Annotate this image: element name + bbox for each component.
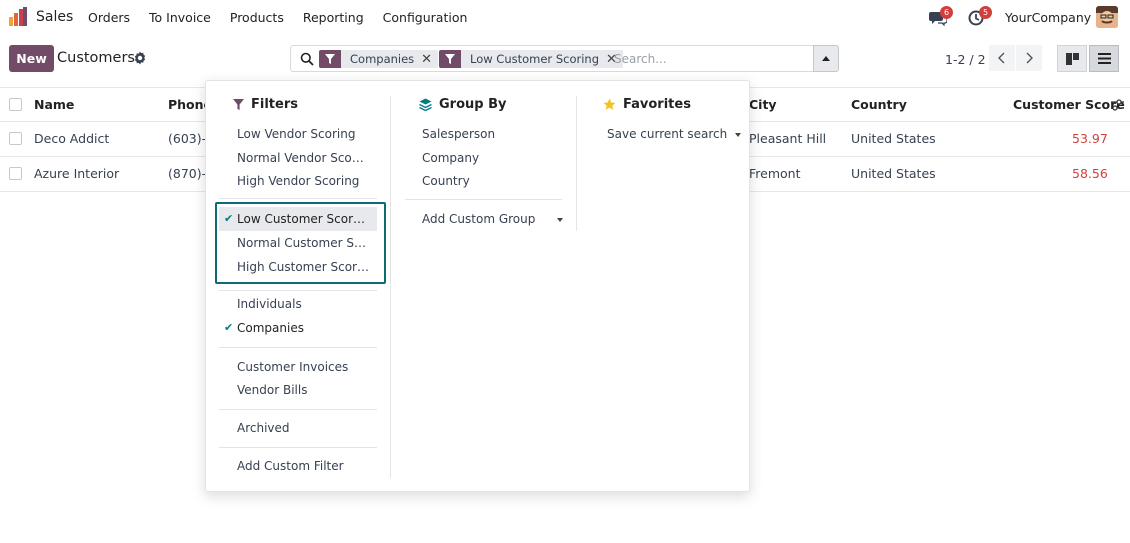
column-customer-score[interactable]: Customer Score xyxy=(1013,97,1125,112)
divider xyxy=(219,409,377,410)
gear-icon[interactable] xyxy=(133,51,147,65)
kanban-icon xyxy=(1065,52,1079,65)
filter-high-vendor-scoring[interactable]: High Vendor Scoring xyxy=(237,174,359,188)
groupby-title: Group By xyxy=(419,97,506,112)
new-button[interactable]: New xyxy=(9,45,54,72)
menu-orders[interactable]: Orders xyxy=(88,10,130,25)
messages-button[interactable]: 6 xyxy=(929,6,953,27)
column-name[interactable]: Name xyxy=(34,97,74,112)
filters-title: Filters xyxy=(233,97,298,112)
menu-configuration[interactable]: Configuration xyxy=(383,10,468,25)
menu-reporting[interactable]: Reporting xyxy=(303,10,364,25)
filter-customer-invoices[interactable]: Customer Invoices xyxy=(237,360,348,374)
main-menu: Orders To Invoice Products Reporting Con… xyxy=(88,10,486,25)
divider xyxy=(219,447,377,448)
list-view-button[interactable] xyxy=(1089,45,1119,72)
divider xyxy=(405,199,562,200)
filter-icon xyxy=(319,50,341,68)
groupby-salesperson[interactable]: Salesperson xyxy=(422,127,495,141)
add-custom-group-select[interactable]: Add Custom Group xyxy=(422,212,564,226)
cell-customer-score: 53.97 xyxy=(1072,131,1108,146)
caret-down-icon xyxy=(735,132,742,137)
top-navbar: Sales Orders To Invoice Products Reporti… xyxy=(0,0,1130,35)
divider xyxy=(219,198,377,199)
search-icon[interactable] xyxy=(300,52,314,66)
filter-icon xyxy=(439,50,461,68)
add-custom-filter[interactable]: Add Custom Filter xyxy=(237,459,344,473)
activities-button[interactable]: 5 xyxy=(968,6,992,26)
list-icon xyxy=(1097,53,1111,64)
menu-to-invoice[interactable]: To Invoice xyxy=(149,10,211,25)
filter-low-customer-scoring[interactable]: ✔ Low Customer Scor… xyxy=(224,212,365,226)
select-all-checkbox[interactable] xyxy=(9,98,22,111)
save-current-search[interactable]: Save current search xyxy=(607,127,742,141)
cell-customer-score: 58.56 xyxy=(1072,166,1108,181)
row-checkbox[interactable] xyxy=(9,167,22,180)
pager-next-button[interactable] xyxy=(1016,45,1042,71)
filter-normal-customer-scoring[interactable]: Normal Customer S… xyxy=(237,236,366,250)
search-input[interactable] xyxy=(614,50,804,68)
facet-label: Low Customer Scoring xyxy=(470,52,599,66)
caret-down-icon xyxy=(557,217,564,222)
groupby-company[interactable]: Company xyxy=(422,151,479,165)
filter-low-vendor-scoring[interactable]: Low Vendor Scoring xyxy=(237,127,355,141)
star-icon xyxy=(603,98,616,110)
filter-normal-vendor-scoring[interactable]: Normal Vendor Sco… xyxy=(237,151,364,165)
filter-companies[interactable]: ✔ Companies xyxy=(224,321,304,335)
column-divider xyxy=(390,96,391,478)
company-switcher[interactable]: YourCompany xyxy=(1005,10,1091,25)
column-country[interactable]: Country xyxy=(851,97,907,112)
cell-country: United States xyxy=(851,131,936,146)
groupby-country[interactable]: Country xyxy=(422,174,470,188)
divider xyxy=(219,347,377,348)
kanban-view-button[interactable] xyxy=(1057,45,1087,72)
search-panel-dropdown: Filters Low Vendor Scoring Normal Vendor… xyxy=(205,80,750,492)
check-icon: ✔ xyxy=(224,212,234,225)
cell-city: Pleasant Hill xyxy=(749,131,827,146)
check-icon: ✔ xyxy=(224,321,234,334)
filter-high-customer-scoring[interactable]: High Customer Scor… xyxy=(237,260,369,274)
cell-name: Deco Addict xyxy=(34,131,110,146)
layers-icon xyxy=(419,98,432,111)
row-checkbox[interactable] xyxy=(9,132,22,145)
activities-badge: 5 xyxy=(979,6,992,19)
pager-value[interactable]: 1-2 / 2 xyxy=(945,52,986,67)
column-city[interactable]: City xyxy=(749,97,777,112)
facet-low-customer-scoring: Low Customer Scoring ✕ xyxy=(439,50,623,68)
optional-columns-icon[interactable] xyxy=(1111,99,1124,111)
cell-country: United States xyxy=(851,166,936,181)
user-avatar[interactable] xyxy=(1096,6,1118,28)
column-divider xyxy=(576,96,577,231)
divider xyxy=(219,290,377,291)
filter-archived[interactable]: Archived xyxy=(237,421,290,435)
chevron-left-icon xyxy=(998,52,1005,64)
filter-individuals[interactable]: Individuals xyxy=(237,297,302,311)
cell-city: Fremont xyxy=(749,166,801,181)
menu-products[interactable]: Products xyxy=(230,10,284,25)
avatar-image xyxy=(1096,6,1118,28)
search-panel-toggle[interactable] xyxy=(813,45,839,72)
filter-icon xyxy=(233,99,244,110)
facet-remove-button[interactable]: ✕ xyxy=(421,52,438,67)
filter-vendor-bills[interactable]: Vendor Bills xyxy=(237,383,307,397)
facet-companies: Companies ✕ xyxy=(319,50,439,68)
pager-previous-button[interactable] xyxy=(989,45,1015,71)
cell-name: Azure Interior xyxy=(34,166,120,181)
messages-badge: 6 xyxy=(940,6,953,19)
sales-app-icon[interactable] xyxy=(8,7,28,27)
facet-label: Companies xyxy=(350,52,415,66)
favorites-title: Favorites xyxy=(603,97,691,112)
chevron-right-icon xyxy=(1026,52,1033,64)
search-bar: Companies ✕ Low Customer Scoring ✕ xyxy=(290,45,814,72)
breadcrumb: Customers xyxy=(57,50,135,66)
app-name[interactable]: Sales xyxy=(36,9,73,25)
